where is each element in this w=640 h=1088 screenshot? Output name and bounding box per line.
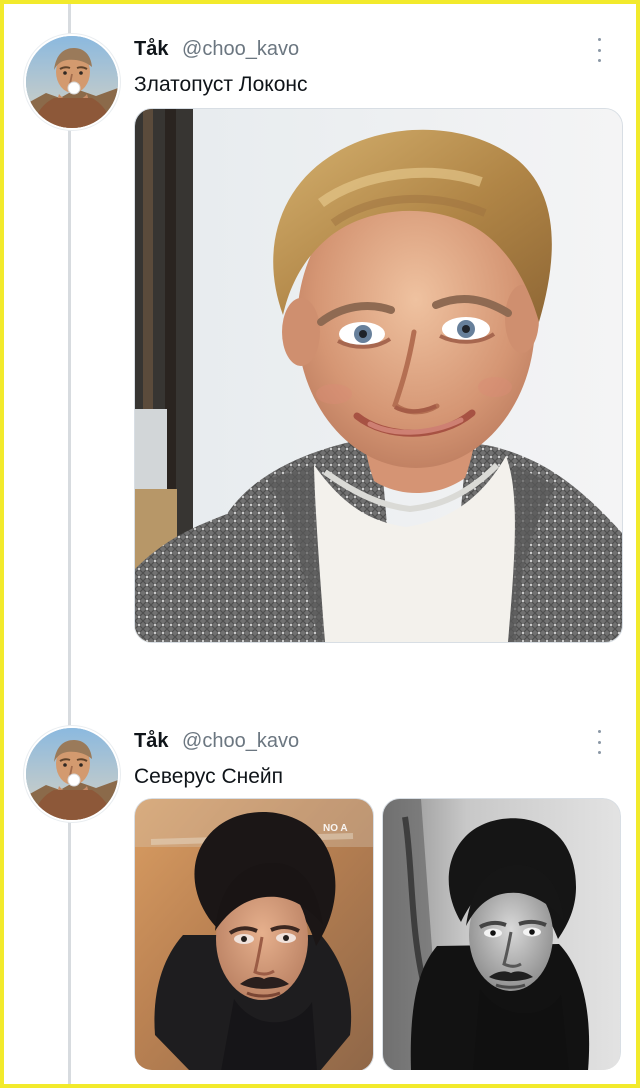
dot [597,751,601,754]
more-vertical-icon[interactable] [592,38,606,62]
avatar[interactable] [24,34,120,130]
dot [597,730,601,733]
more-vertical-icon[interactable] [592,730,606,754]
monochrome-photo [382,799,621,1070]
tweet-photo-monochrome[interactable] [381,798,621,1070]
author-handle[interactable]: @choo_kavo [182,730,299,752]
tweet-text: Златопуст Локонс [134,73,308,96]
portrait-image [135,109,622,642]
tweet-header: Tåk @choo_kavo [134,37,299,61]
watermark-text: NO A [323,823,348,834]
tweet-photo-portrait[interactable] [134,108,623,643]
author-handle[interactable]: @choo_kavo [182,38,299,60]
tweet-text: Северус Снейп [134,765,284,788]
dot [597,48,601,52]
thread-connector-line [68,4,71,1084]
author-name[interactable]: Tåk [134,730,168,752]
tweet-photo-grid: NO A [134,798,621,1070]
avatar-photo [26,728,118,820]
author-name[interactable]: Tåk [134,38,168,60]
tweet-header: Tåk @choo_kavo [134,729,299,753]
color-photo: NO A [135,799,373,1070]
tweet-photo-color[interactable]: NO A [134,798,374,1070]
avatar-photo [26,36,118,128]
tweet-thread-screenshot: Tåk @choo_kavo Златопуст Локонс Tåk @cho… [0,0,640,1088]
dot [597,38,601,41]
avatar[interactable] [24,726,120,822]
dot [597,740,601,744]
dot [597,59,601,62]
